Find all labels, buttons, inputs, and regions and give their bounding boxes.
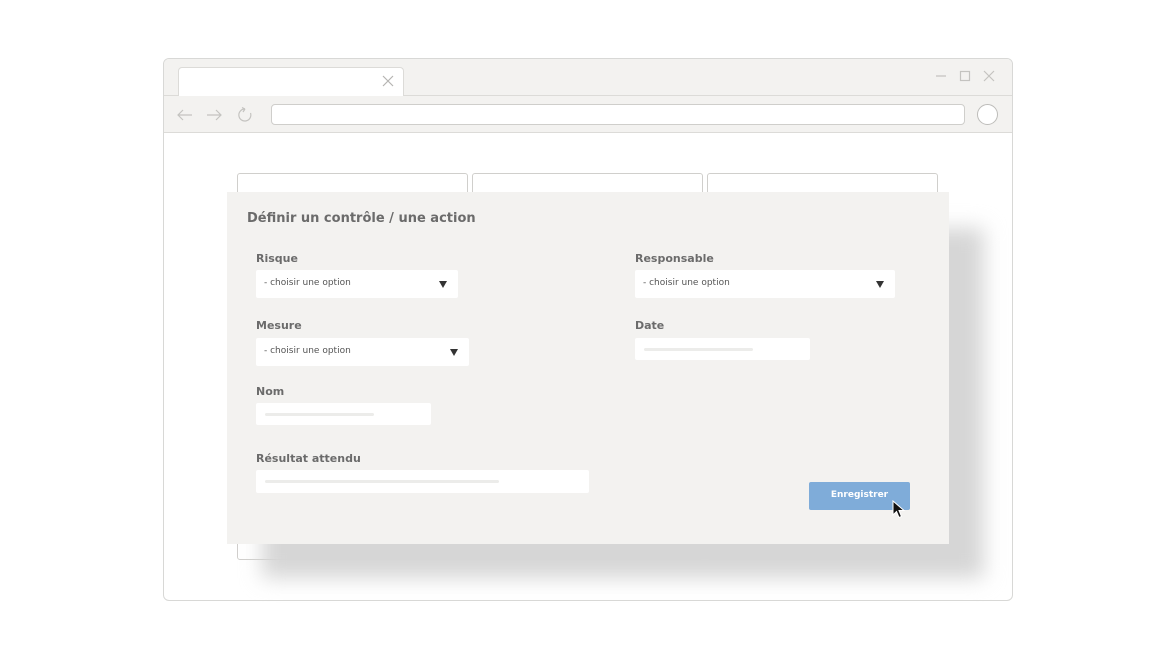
responsable-select[interactable]: - choisir une option <box>635 270 895 298</box>
risque-label: Risque <box>256 252 298 265</box>
save-button-label: Enregistrer <box>830 490 889 500</box>
input-placeholder-line <box>265 413 374 416</box>
browser-toolbar <box>164 96 1012 133</box>
dropdown-arrow-icon <box>876 281 884 288</box>
close-icon[interactable] <box>381 74 395 88</box>
minimize-icon[interactable] <box>934 69 948 83</box>
screen: Définir un contrôle / une action Risque … <box>0 0 1176 660</box>
control-action-dialog: Définir un contrôle / une action Risque … <box>227 192 949 544</box>
input-placeholder-line <box>644 348 753 351</box>
mesure-label: Mesure <box>256 319 302 332</box>
dropdown-arrow-icon <box>439 281 447 288</box>
resultat-input[interactable] <box>256 470 589 493</box>
nom-input[interactable] <box>256 403 431 425</box>
mesure-select[interactable]: - choisir une option <box>256 338 469 366</box>
profile-icon[interactable] <box>977 104 998 125</box>
window-close-icon[interactable] <box>982 69 996 83</box>
input-placeholder-line <box>265 480 499 483</box>
dropdown-arrow-icon <box>450 349 458 356</box>
mouse-pointer-icon <box>892 500 906 519</box>
dialog-title: Définir un contrôle / une action <box>247 211 476 226</box>
window-controls <box>934 69 996 83</box>
nom-label: Nom <box>256 385 285 398</box>
arrow-left-icon[interactable] <box>176 106 194 124</box>
risque-select[interactable]: - choisir une option <box>256 270 458 298</box>
risque-select-value: - choisir une option <box>264 278 351 288</box>
reload-icon[interactable] <box>236 106 254 124</box>
address-bar[interactable] <box>271 104 965 125</box>
responsable-select-value: - choisir une option <box>643 278 730 288</box>
date-label: Date <box>635 319 665 332</box>
resultat-label: Résultat attendu <box>256 452 361 465</box>
title-bar <box>164 59 1012 97</box>
mesure-select-value: - choisir une option <box>264 346 351 356</box>
responsable-label: Responsable <box>635 252 714 265</box>
browser-tab[interactable] <box>178 67 404 97</box>
arrow-right-icon[interactable] <box>205 106 223 124</box>
maximize-icon[interactable] <box>958 69 972 83</box>
date-input[interactable] <box>635 338 810 360</box>
